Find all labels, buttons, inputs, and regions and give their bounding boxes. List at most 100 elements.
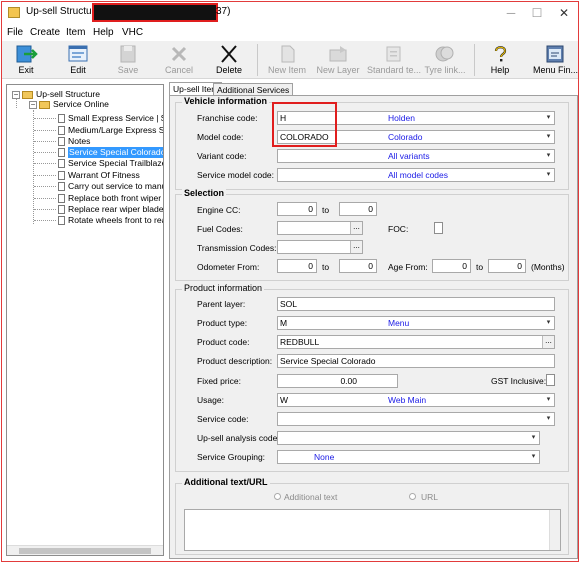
minimize-button[interactable]: ─ bbox=[498, 4, 524, 22]
document-icon bbox=[58, 205, 65, 214]
dropdown-arrow-icon[interactable]: ▾ bbox=[543, 112, 554, 124]
tree-connector bbox=[34, 220, 56, 221]
cancel-icon bbox=[171, 46, 187, 62]
engine-cc-from-input[interactable]: 0 bbox=[277, 202, 317, 216]
odometer-to-input[interactable]: 0 bbox=[339, 259, 377, 273]
service-model-code-select[interactable]: All model codes ▾ bbox=[277, 168, 555, 182]
tree-item[interactable]: Warrant Of Fitness bbox=[68, 170, 140, 181]
new-item-button[interactable]: New Item bbox=[264, 42, 310, 78]
tree-horizontal-scrollbar[interactable] bbox=[7, 545, 163, 555]
menu-vhc[interactable]: VHC bbox=[122, 27, 143, 38]
group-title: Additional text/URL bbox=[182, 477, 270, 487]
menu-find-button[interactable]: Menu Fin... bbox=[533, 42, 578, 78]
maximize-button[interactable]: ☐ bbox=[524, 4, 550, 22]
tree-item[interactable]: Replace rear wiper blade bbox=[68, 204, 163, 215]
tree-item[interactable]: Replace both front wiper b bbox=[68, 193, 163, 204]
tree-item[interactable]: Small Express Service | $2 bbox=[68, 113, 163, 124]
usage-label: Usage: bbox=[197, 395, 224, 405]
edit-button[interactable]: Edit bbox=[60, 42, 96, 78]
dropdown-arrow-icon[interactable]: ▾ bbox=[543, 317, 554, 329]
fuel-codes-input[interactable]: ... bbox=[277, 221, 363, 235]
product-code-label: Product code: bbox=[197, 337, 250, 347]
transmission-codes-label: Transmission Codes: bbox=[197, 243, 277, 253]
tyre-link-button[interactable]: Tyre link... bbox=[423, 42, 467, 78]
up-sell-analysis-code-label: Up-sell analysis code: bbox=[197, 433, 280, 443]
tree-connector bbox=[34, 186, 56, 187]
standard-text-button[interactable]: Standard te... bbox=[367, 42, 421, 78]
parent-layer-field[interactable]: SOL bbox=[277, 297, 555, 311]
dropdown-arrow-icon[interactable]: ▾ bbox=[528, 451, 539, 463]
tree-item[interactable]: Medium/Large Express Se bbox=[68, 125, 163, 136]
menu-item[interactable]: Item bbox=[66, 27, 85, 38]
fixed-price-input[interactable]: 0.00 bbox=[277, 374, 398, 388]
to-label: to bbox=[322, 262, 330, 272]
dropdown-arrow-icon[interactable]: ▾ bbox=[543, 150, 554, 162]
url-radio[interactable] bbox=[409, 493, 416, 500]
menu-file[interactable]: File bbox=[7, 27, 23, 38]
tree-item[interactable]: Service Special Trailblazer bbox=[68, 158, 163, 169]
additional-text-radio[interactable] bbox=[274, 493, 281, 500]
age-from-label: Age From: bbox=[388, 262, 428, 272]
collapse-toggle-icon[interactable]: − bbox=[29, 101, 37, 109]
dropdown-arrow-icon[interactable]: ▾ bbox=[528, 432, 539, 444]
dropdown-arrow-icon[interactable]: ▾ bbox=[543, 169, 554, 181]
document-icon bbox=[58, 216, 65, 225]
delete-button[interactable]: Delete bbox=[210, 42, 248, 78]
gst-inclusive-checkbox[interactable] bbox=[546, 374, 555, 386]
document-icon bbox=[58, 194, 65, 203]
dropdown-arrow-icon[interactable]: ▾ bbox=[543, 131, 554, 143]
tree-connector bbox=[34, 130, 56, 131]
exit-button[interactable]: Exit bbox=[8, 42, 44, 78]
help-button[interactable]: Help bbox=[483, 42, 517, 78]
tree-item[interactable]: Rotate wheels front to rear bbox=[68, 215, 163, 226]
new-layer-button[interactable]: New Layer bbox=[315, 42, 361, 78]
service-code-select[interactable]: ▾ bbox=[277, 412, 555, 426]
menu-help[interactable]: Help bbox=[93, 27, 114, 38]
transmission-codes-input[interactable]: ... bbox=[277, 240, 363, 254]
document-icon bbox=[58, 159, 65, 168]
service-code-label: Service code: bbox=[197, 414, 249, 424]
age-from-input[interactable]: 0 bbox=[432, 259, 471, 273]
fuel-codes-label: Fuel Codes: bbox=[197, 224, 243, 234]
variant-code-select[interactable]: All variants ▾ bbox=[277, 149, 555, 163]
save-button[interactable]: Save bbox=[110, 42, 146, 78]
foc-checkbox[interactable] bbox=[434, 222, 443, 234]
delete-icon bbox=[221, 45, 237, 63]
highlight-annotation bbox=[272, 102, 337, 147]
foc-label: FOC: bbox=[388, 224, 409, 234]
product-code-input[interactable]: REDBULL ... bbox=[277, 335, 555, 349]
vertical-scrollbar[interactable] bbox=[549, 510, 560, 550]
service-grouping-select[interactable]: None ▾ bbox=[277, 450, 540, 464]
menu-create[interactable]: Create bbox=[30, 27, 60, 38]
age-to-input[interactable]: 0 bbox=[488, 259, 526, 273]
close-button[interactable]: ✕ bbox=[551, 4, 577, 22]
to-label: to bbox=[476, 262, 484, 272]
ellipsis-button[interactable]: ... bbox=[350, 241, 362, 253]
odometer-from-input[interactable]: 0 bbox=[277, 259, 317, 273]
cancel-button[interactable]: Cancel bbox=[160, 42, 198, 78]
structure-tree[interactable]: − Up-sell Structure − Service Online Sma… bbox=[6, 84, 164, 556]
service-model-code-label: Service model code: bbox=[197, 170, 275, 180]
engine-cc-to-input[interactable]: 0 bbox=[339, 202, 377, 216]
menu-find-icon bbox=[546, 45, 564, 63]
tree-node-service-online[interactable]: Service Online bbox=[53, 99, 109, 110]
tree-item[interactable]: Notes bbox=[68, 136, 90, 147]
product-type-select[interactable]: M Menu ▾ bbox=[277, 316, 555, 330]
service-grouping-label: Service Grouping: bbox=[197, 452, 266, 462]
ellipsis-button[interactable]: ... bbox=[542, 336, 554, 348]
ellipsis-button[interactable]: ... bbox=[350, 222, 362, 234]
additional-text-area[interactable] bbox=[184, 509, 561, 551]
collapse-toggle-icon[interactable]: − bbox=[12, 91, 20, 99]
toolbar-separator bbox=[257, 44, 258, 76]
service-model-description: All model codes bbox=[388, 170, 449, 180]
scrollbar-thumb[interactable] bbox=[19, 548, 151, 554]
gst-inclusive-label: GST Inclusive: bbox=[491, 376, 547, 386]
product-description-input[interactable]: Service Special Colorado bbox=[277, 354, 555, 368]
up-sell-analysis-code-select[interactable]: ▾ bbox=[277, 431, 540, 445]
dropdown-arrow-icon[interactable]: ▾ bbox=[543, 394, 554, 406]
document-icon bbox=[58, 171, 65, 180]
tree-item[interactable]: Carry out service to manufa bbox=[68, 181, 163, 192]
usage-select[interactable]: W Web Main ▾ bbox=[277, 393, 555, 407]
dropdown-arrow-icon[interactable]: ▾ bbox=[543, 413, 554, 425]
tree-item[interactable]: Service Special Colorado bbox=[68, 147, 163, 158]
